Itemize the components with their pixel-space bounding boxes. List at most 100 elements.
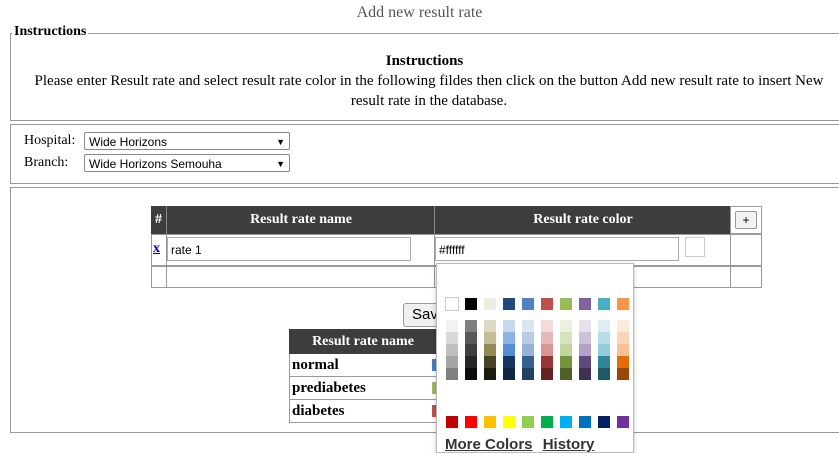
color-swatch[interactable] bbox=[541, 332, 553, 344]
color-swatch[interactable] bbox=[503, 416, 515, 428]
color-swatch[interactable] bbox=[446, 368, 458, 380]
table-row: prediabetes bbox=[289, 377, 437, 400]
color-picker-popup: More Colors History bbox=[436, 263, 634, 453]
color-swatch[interactable] bbox=[560, 356, 572, 368]
color-swatch[interactable] bbox=[484, 356, 496, 368]
history-link[interactable]: History bbox=[543, 436, 595, 453]
rates-table: Result rate name normal prediabetes diab… bbox=[289, 329, 437, 423]
color-swatch[interactable] bbox=[598, 368, 610, 380]
color-swatch[interactable] bbox=[446, 356, 458, 368]
color-swatch[interactable] bbox=[579, 344, 591, 356]
color-swatch[interactable] bbox=[560, 298, 572, 310]
add-row-button[interactable]: + bbox=[735, 211, 757, 229]
branch-label: Branch: bbox=[24, 155, 69, 170]
color-swatch[interactable] bbox=[465, 356, 477, 368]
table-row: normal bbox=[289, 354, 437, 377]
color-swatch[interactable] bbox=[465, 298, 477, 310]
color-swatch[interactable] bbox=[484, 298, 496, 310]
color-swatch[interactable] bbox=[465, 344, 477, 356]
color-swatch[interactable] bbox=[541, 320, 553, 332]
color-swatch[interactable] bbox=[541, 298, 553, 310]
color-swatch[interactable] bbox=[522, 368, 534, 380]
color-swatch[interactable] bbox=[503, 356, 515, 368]
instructions-legend: Instructions bbox=[12, 24, 89, 40]
rate-name-input[interactable]: rate 1 bbox=[167, 237, 411, 261]
color-swatch[interactable] bbox=[465, 368, 477, 380]
color-swatch[interactable] bbox=[541, 356, 553, 368]
color-swatch[interactable] bbox=[484, 368, 496, 380]
color-swatch[interactable] bbox=[617, 356, 629, 368]
color-swatch[interactable] bbox=[579, 368, 591, 380]
instructions-heading: Instructions bbox=[385, 53, 464, 69]
color-swatch[interactable] bbox=[522, 356, 534, 368]
color-swatch[interactable] bbox=[579, 332, 591, 344]
col-index-header: # bbox=[151, 206, 166, 234]
color-swatch[interactable] bbox=[465, 332, 477, 344]
color-swatch[interactable] bbox=[484, 320, 496, 332]
color-swatch[interactable] bbox=[484, 416, 496, 428]
hospital-label: Hospital: bbox=[24, 133, 76, 148]
color-swatch[interactable] bbox=[617, 320, 629, 332]
delete-row-link[interactable]: x bbox=[153, 241, 160, 257]
color-swatch[interactable] bbox=[579, 356, 591, 368]
hospital-select[interactable]: Wide Horizons ▼ bbox=[84, 132, 290, 150]
rates-table-header: Result rate name bbox=[289, 329, 437, 354]
color-swatch[interactable] bbox=[579, 416, 591, 428]
color-swatch[interactable] bbox=[541, 416, 553, 428]
more-colors-link[interactable]: More Colors bbox=[445, 436, 533, 453]
column-divider bbox=[730, 234, 731, 288]
color-swatch[interactable] bbox=[617, 368, 629, 380]
rate-color-input[interactable]: #ffffff bbox=[435, 237, 679, 261]
color-swatch[interactable] bbox=[503, 332, 515, 344]
col-color-header: Result rate color bbox=[434, 206, 731, 234]
color-swatch[interactable] bbox=[598, 320, 610, 332]
color-swatch[interactable] bbox=[522, 416, 534, 428]
rate-name: normal bbox=[292, 357, 339, 373]
color-swatch[interactable] bbox=[446, 416, 458, 428]
color-swatch[interactable] bbox=[598, 416, 610, 428]
color-swatch[interactable] bbox=[541, 344, 553, 356]
color-swatch[interactable] bbox=[522, 344, 534, 356]
color-picker-field bbox=[443, 268, 627, 290]
color-swatch[interactable] bbox=[503, 368, 515, 380]
color-swatch[interactable] bbox=[598, 332, 610, 344]
color-swatch[interactable] bbox=[541, 368, 553, 380]
color-preview-swatch[interactable] bbox=[685, 237, 705, 257]
color-swatch[interactable] bbox=[446, 320, 458, 332]
color-swatch[interactable] bbox=[560, 368, 572, 380]
color-swatch[interactable] bbox=[465, 320, 477, 332]
color-swatch[interactable] bbox=[560, 344, 572, 356]
chevron-down-icon: ▼ bbox=[276, 159, 285, 169]
color-swatch[interactable] bbox=[522, 320, 534, 332]
color-swatch[interactable] bbox=[598, 298, 610, 310]
color-swatch[interactable] bbox=[503, 344, 515, 356]
instructions-text: Please enter Result rate and select resu… bbox=[34, 73, 824, 109]
color-swatch[interactable] bbox=[445, 297, 459, 311]
color-swatch[interactable] bbox=[465, 416, 477, 428]
chevron-down-icon: ▼ bbox=[276, 137, 285, 147]
color-swatch[interactable] bbox=[579, 320, 591, 332]
hospital-select-value: Wide Horizons bbox=[89, 135, 168, 149]
color-swatch[interactable] bbox=[560, 332, 572, 344]
color-swatch[interactable] bbox=[579, 298, 591, 310]
rate-name: prediabetes bbox=[292, 380, 366, 396]
color-swatch[interactable] bbox=[617, 298, 629, 310]
color-swatch[interactable] bbox=[598, 356, 610, 368]
color-swatch[interactable] bbox=[522, 332, 534, 344]
table-row: diabetes bbox=[289, 400, 437, 423]
color-swatch[interactable] bbox=[617, 344, 629, 356]
color-swatch[interactable] bbox=[446, 332, 458, 344]
color-swatch[interactable] bbox=[617, 416, 629, 428]
branch-select[interactable]: Wide Horizons Semouha ▼ bbox=[84, 154, 290, 172]
color-swatch[interactable] bbox=[560, 416, 572, 428]
color-swatch[interactable] bbox=[598, 344, 610, 356]
color-swatch[interactable] bbox=[617, 332, 629, 344]
color-swatch[interactable] bbox=[503, 320, 515, 332]
color-swatch[interactable] bbox=[446, 344, 458, 356]
color-swatch[interactable] bbox=[484, 332, 496, 344]
color-swatch[interactable] bbox=[522, 298, 534, 310]
branch-select-value: Wide Horizons Semouha bbox=[89, 157, 222, 171]
color-swatch[interactable] bbox=[484, 344, 496, 356]
color-swatch[interactable] bbox=[503, 298, 515, 310]
color-swatch[interactable] bbox=[560, 320, 572, 332]
